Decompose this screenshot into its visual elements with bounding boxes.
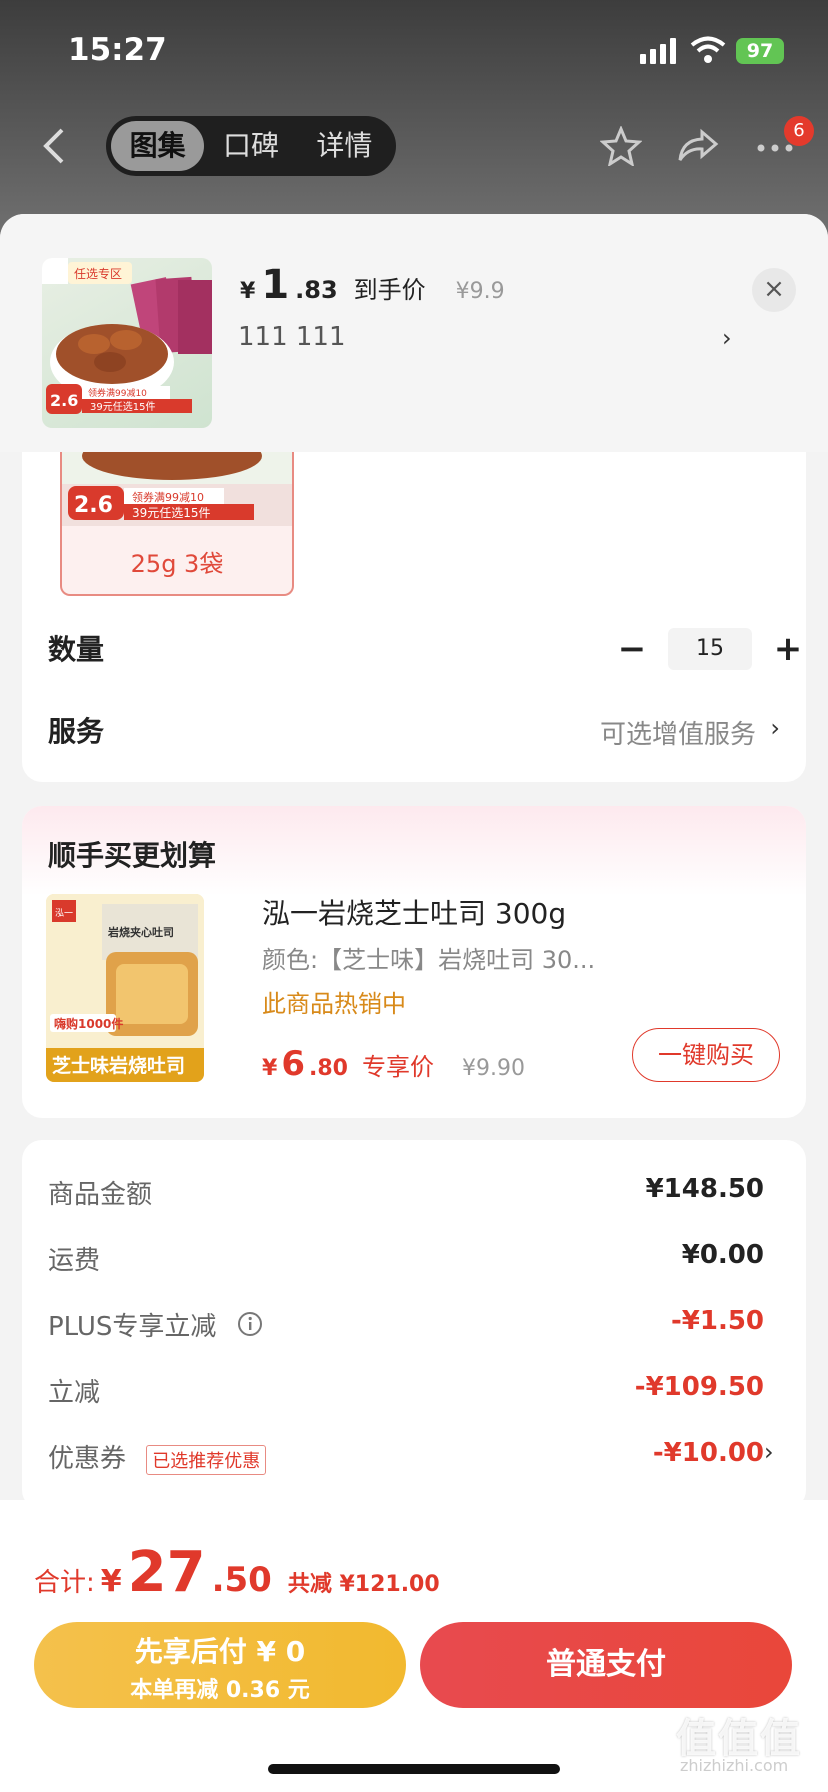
total-label: 合计: [34, 1568, 95, 1598]
summary-value: -¥10.00 [652, 1438, 764, 1468]
pay-later-title: 先享后付 ¥ 0 [134, 1635, 306, 1668]
spec-chevron-icon[interactable]: › [722, 324, 732, 352]
header-price: ¥ 1 .83 到手价 ¥9.9 [240, 262, 505, 308]
addon-image-caption: 芝士味岩烧吐司 [52, 1054, 185, 1077]
addon-price-decimal: .80 [308, 1056, 348, 1081]
addon-product-color: 颜色:【芝士味】岩烧吐司 30... [262, 946, 596, 974]
variant-label: 25g 3袋 [130, 550, 224, 578]
pay-later-subtitle: 本单再减 0.36 元 [130, 1678, 310, 1703]
summary-label: 商品金额 [48, 1180, 153, 1210]
addon-image-brand: 泓一 [55, 908, 73, 919]
product-image-promo2: 39元任选15件 [90, 400, 155, 413]
addon-price-label: 专享价 [361, 1053, 434, 1081]
status-time: 15:27 [68, 32, 167, 68]
summary-label: 立减 [48, 1378, 101, 1408]
pay-later-button[interactable]: 先享后付 ¥ 0 本单再减 0.36 元 [34, 1622, 406, 1708]
battery-icon: 97 [736, 38, 784, 64]
cell-signal-icon [640, 38, 676, 64]
star-icon[interactable] [599, 125, 643, 170]
summary-value: ¥0.00 [681, 1240, 764, 1270]
summary-value: -¥109.50 [634, 1372, 764, 1402]
summary-row-plus-discount: PLUS专享立减 -¥1.50 [48, 1306, 764, 1346]
quantity-stepper: − 15 + [612, 628, 808, 670]
wifi-icon [690, 36, 726, 68]
addon-price: ¥ 6 .80 专享价 ¥9.90 [262, 1044, 525, 1084]
addon-original-price: ¥9.90 [461, 1056, 525, 1081]
service-value[interactable]: 可选增值服务 [600, 714, 756, 751]
price-decimal: .83 [295, 276, 338, 304]
options-card: 2.6 领券满99减10 39元任选15件 25g 3袋 数量 − 15 + 服… [22, 452, 806, 782]
product-image-price: 2.6 [50, 391, 78, 410]
service-chevron-icon[interactable]: › [770, 714, 780, 742]
addon-title: 顺手买更划算 [48, 839, 217, 872]
selected-spec[interactable]: 111 111 [238, 322, 346, 352]
summary-value: -¥1.50 [670, 1306, 764, 1336]
info-icon[interactable] [237, 1311, 263, 1344]
price-summary-card: 商品金额 ¥148.50 运费 ¥0.00 PLUS专享立减 -¥1.50 立减… [22, 1140, 806, 1510]
status-bar: 15:27 97 [0, 0, 828, 100]
message-badge: 6 [784, 116, 814, 146]
summary-row-instant-discount: 立减 -¥109.50 [48, 1372, 764, 1412]
summary-label: 优惠券 [48, 1444, 127, 1474]
tab-details[interactable]: 详情 [298, 121, 391, 171]
original-price: ¥9.9 [455, 279, 505, 304]
one-click-buy-button[interactable]: 一键购买 [632, 1028, 780, 1082]
share-icon[interactable] [676, 126, 720, 170]
variant-option-selected[interactable]: 2.6 领券满99减10 39元任选15件 25g 3袋 [60, 452, 294, 596]
home-indicator[interactable] [268, 1764, 560, 1774]
back-icon[interactable] [40, 126, 68, 170]
tab-switcher: 图集 口碑 详情 [106, 116, 396, 176]
addon-price-currency: ¥ [262, 1056, 278, 1081]
tab-gallery[interactable]: 图集 [111, 121, 205, 171]
addon-image-box-label: 岩烧夹心吐司 [107, 925, 174, 939]
watermark-site: zhizhizhi.com [680, 1756, 789, 1775]
pay-normal-button[interactable]: 普通支付 [420, 1622, 792, 1708]
close-button[interactable]: × [752, 268, 796, 312]
summary-value: ¥148.50 [645, 1174, 764, 1204]
product-image-tag: 任选专区 [74, 266, 122, 281]
addon-hot-label: 此商品热销中 [262, 990, 406, 1018]
total-currency: ¥ [100, 1564, 122, 1599]
product-header: 任选专区 2.6 领券满99减10 39元任选15件 ¥ 1 .83 到手价 ¥… [0, 214, 828, 452]
price-currency: ¥ [240, 279, 256, 304]
addon-card: 顺手买更划算 泓一 岩烧夹心吐司 嗨购1000件 芝士味岩烧吐司 泓一岩烧芝士吐… [22, 806, 806, 1118]
addon-price-integer: 6 [281, 1044, 305, 1084]
minus-button[interactable]: − [612, 629, 652, 669]
coupon-chevron-icon[interactable]: › [764, 1438, 774, 1466]
total-decimal: .50 [211, 1560, 272, 1600]
service-label: 服务 [48, 715, 105, 748]
quantity-input[interactable]: 15 [668, 628, 752, 670]
quantity-label: 数量 [48, 633, 105, 666]
variant-image: 2.6 领券满99减10 39元任选15件 [62, 452, 292, 526]
nav-bar: 图集 口碑 详情 [0, 112, 828, 180]
summary-label: 运费 [48, 1246, 101, 1276]
coupon-tag: 已选推荐优惠 [146, 1444, 267, 1475]
product-image: 任选专区 2.6 领券满99减10 39元任选15件 [42, 258, 212, 428]
addon-image-sold: 嗨购1000件 [54, 1016, 123, 1031]
summary-row-subtotal: 商品金额 ¥148.50 [48, 1174, 764, 1214]
total-amount: 合计: ¥ 27 .50 共减 ¥121.00 [34, 1540, 440, 1605]
summary-label: PLUS专享立减 [48, 1312, 217, 1342]
summary-row-shipping: 运费 ¥0.00 [48, 1240, 764, 1280]
total-saved: 共减 ¥121.00 [287, 1572, 440, 1597]
plus-button[interactable]: + [768, 629, 808, 669]
variant-image-price: 2.6 [74, 493, 113, 518]
variant-image-promo1: 领券满99减10 [132, 490, 204, 504]
price-integer: 1 [261, 262, 290, 308]
variant-image-promo2: 39元任选15件 [132, 506, 211, 520]
price-label: 到手价 [353, 276, 426, 304]
product-image-promo1: 领券满99减10 [88, 387, 147, 399]
addon-product-name[interactable]: 泓一岩烧芝士吐司 300g [262, 892, 566, 932]
summary-row-coupon[interactable]: 优惠券 已选推荐优惠 -¥10.00 [48, 1438, 764, 1478]
tab-reviews[interactable]: 口碑 [204, 121, 297, 171]
total-integer: 27 [127, 1540, 206, 1605]
addon-product-image[interactable]: 泓一 岩烧夹心吐司 嗨购1000件 芝士味岩烧吐司 [46, 894, 204, 1082]
